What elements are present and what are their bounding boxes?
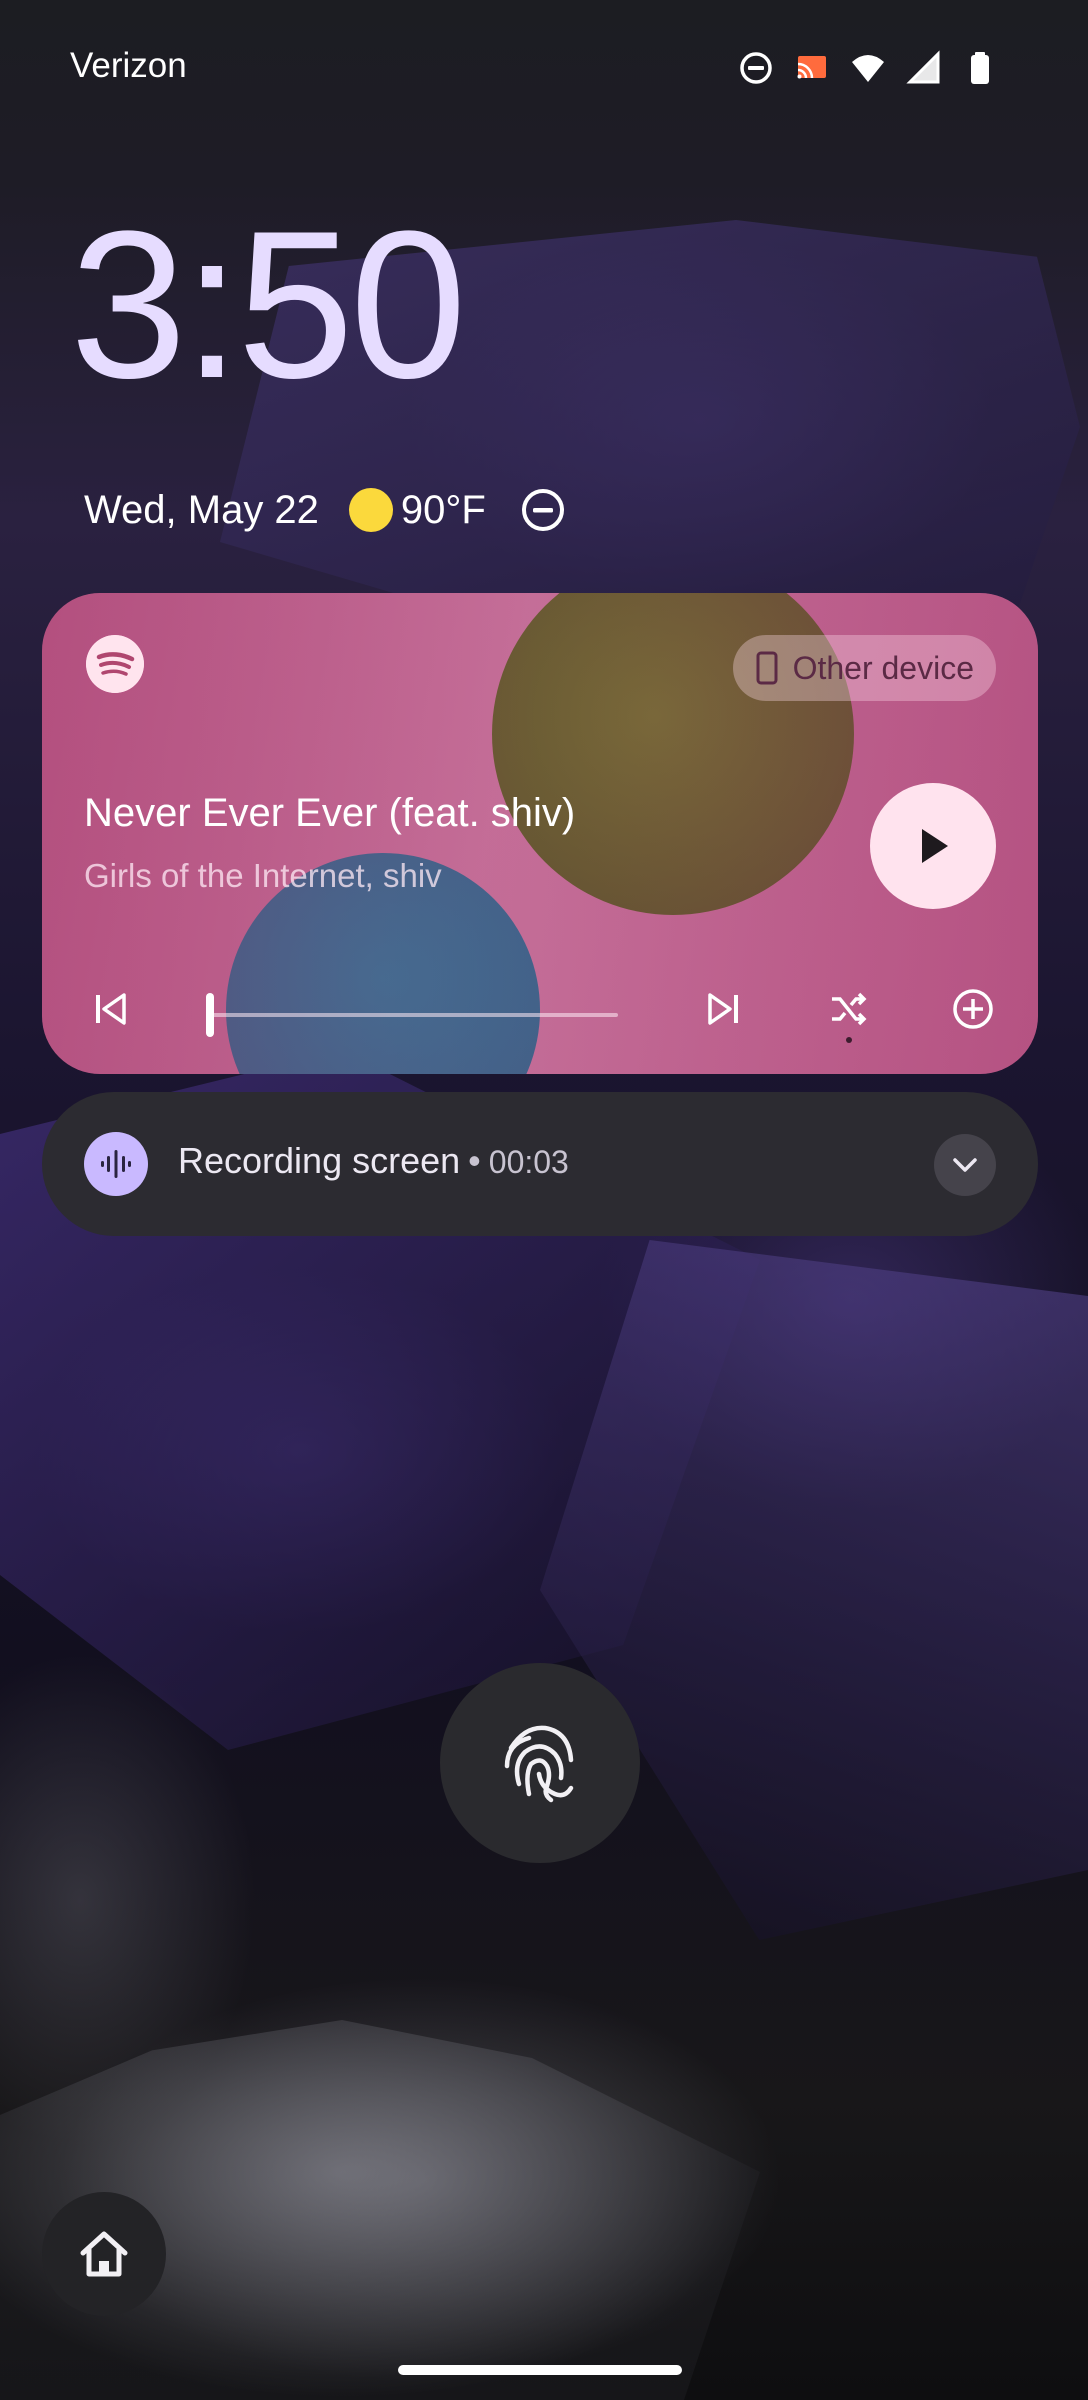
add-circle-icon [953,989,993,1029]
recording-elapsed-time: 00:03 [488,1144,569,1180]
home-icon [80,2231,128,2277]
fingerprint-icon [504,1725,574,1803]
date-weather-row: Wed, May 22 90°F [84,482,566,538]
output-device-label: Other device [792,649,974,686]
expand-button[interactable] [934,1134,996,1196]
phone-icon [756,651,778,685]
output-device-chip[interactable]: Other device [732,635,996,701]
screen-recording-notification[interactable]: Recording screen • 00:03 [42,1092,1038,1236]
chevron-down-icon [953,1158,977,1172]
navigation-handle[interactable] [398,2365,682,2375]
previous-track-button[interactable] [84,983,136,1035]
shuffle-active-dot [846,1037,852,1043]
status-icons [738,48,998,88]
skip-previous-icon [96,993,126,1025]
lock-screen: Verizon 3:50 Wed, May 22 90°F Other devi… [0,0,1088,2400]
notification-title: Recording screen [178,1140,461,1181]
cast-icon [797,56,826,79]
lockscreen-clock: 3:50 [70,187,467,422]
sound-wave-icon [84,1132,148,1196]
notification-separator: • [468,1140,481,1181]
notification-text: Recording screen • 00:03 [178,1140,569,1182]
carrier-name: Verizon [70,46,187,85]
track-title: Never Ever Ever (feat. shiv) [84,791,576,835]
wifi-icon [852,55,884,82]
home-shortcut-button[interactable] [42,2192,166,2316]
next-track-button[interactable] [698,983,750,1035]
wallpaper-crystal [540,1240,1088,1940]
cellular-signal-icon [906,50,940,84]
do-not-disturb-icon [740,52,772,84]
play-icon [922,829,948,863]
status-bar: Verizon [0,0,1088,134]
do-not-disturb-icon [521,489,564,531]
play-button[interactable] [870,783,996,909]
seek-bar-thumb[interactable] [206,993,214,1037]
media-player-card[interactable]: Other device Never Ever Ever (feat. shiv… [42,593,1038,1074]
date-text: Wed, May 22 [84,487,319,532]
temperature-text: 90°F [400,487,486,532]
shuffle-icon [832,992,867,1026]
skip-next-icon [708,993,738,1025]
sound-wave-glyph [101,1150,131,1178]
track-artist: Girls of the Internet, shiv [84,857,442,894]
add-button[interactable] [947,983,999,1035]
fingerprint-sensor[interactable] [440,1663,640,1863]
battery-icon [971,52,989,84]
spotify-icon [86,635,144,693]
seek-bar[interactable] [206,993,618,1037]
sun-icon [348,488,393,532]
shuffle-button[interactable] [822,983,874,1043]
